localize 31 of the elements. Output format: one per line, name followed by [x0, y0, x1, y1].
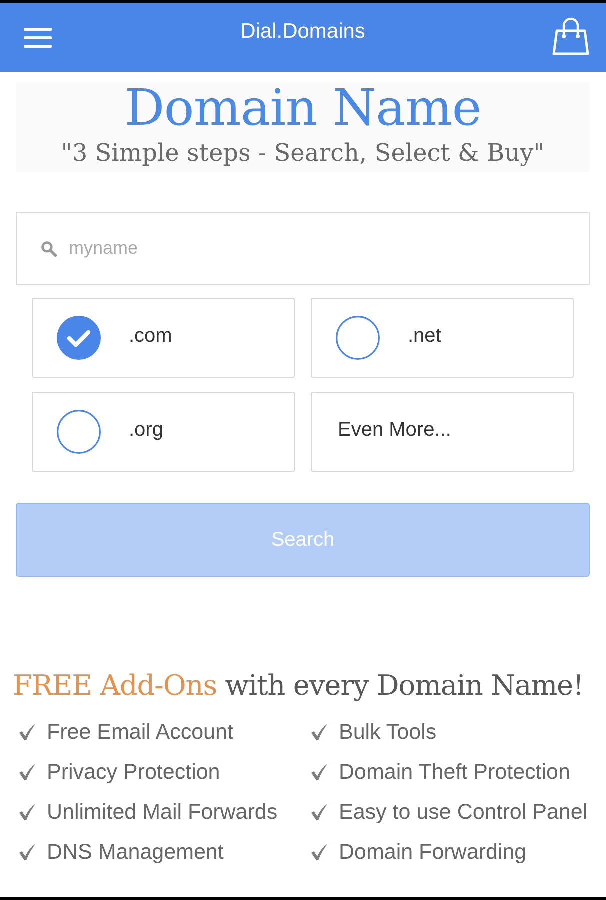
extension-option[interactable]: .com	[32, 298, 295, 378]
extension-option[interactable]: .org	[32, 392, 295, 472]
check-icon	[18, 722, 38, 742]
banner-subtitle: "3 Simple steps - Search, Select & Buy"	[61, 139, 545, 167]
app-title: Dial.Domains	[240, 20, 366, 44]
even-more-button[interactable]: Even More...	[311, 392, 574, 472]
feature-text: Privacy Protection	[47, 760, 220, 784]
extension-label: .net	[408, 324, 442, 348]
check-icon	[18, 842, 38, 862]
feature-text: Domain Theft Protection	[339, 760, 570, 784]
banner-title: Domain Name	[124, 82, 482, 134]
check-icon	[18, 762, 38, 782]
addons-heading: FREE Add-Ons with every Domain Name!	[13, 668, 584, 704]
extension-option[interactable]: .net	[311, 298, 574, 378]
extension-label: .com	[129, 324, 172, 348]
extension-label: .org	[129, 418, 164, 442]
feature-text: DNS Management	[47, 840, 224, 864]
feature-text: Unlimited Mail Forwards	[47, 800, 278, 824]
feature-text: Free Email Account	[47, 720, 234, 744]
check-icon	[18, 802, 38, 822]
menu-icon[interactable]	[24, 28, 52, 48]
check-icon	[310, 762, 330, 782]
feature-text: Easy to use Control Panel	[339, 800, 588, 824]
feature-text: Bulk Tools	[339, 720, 437, 744]
check-icon	[310, 722, 330, 742]
shopping-bag-icon[interactable]	[552, 16, 590, 54]
check-icon	[310, 802, 330, 822]
search-field[interactable]: myname	[16, 212, 590, 285]
search-icon	[41, 241, 57, 257]
check-icon	[310, 842, 330, 862]
feature-text: Domain Forwarding	[339, 840, 527, 864]
